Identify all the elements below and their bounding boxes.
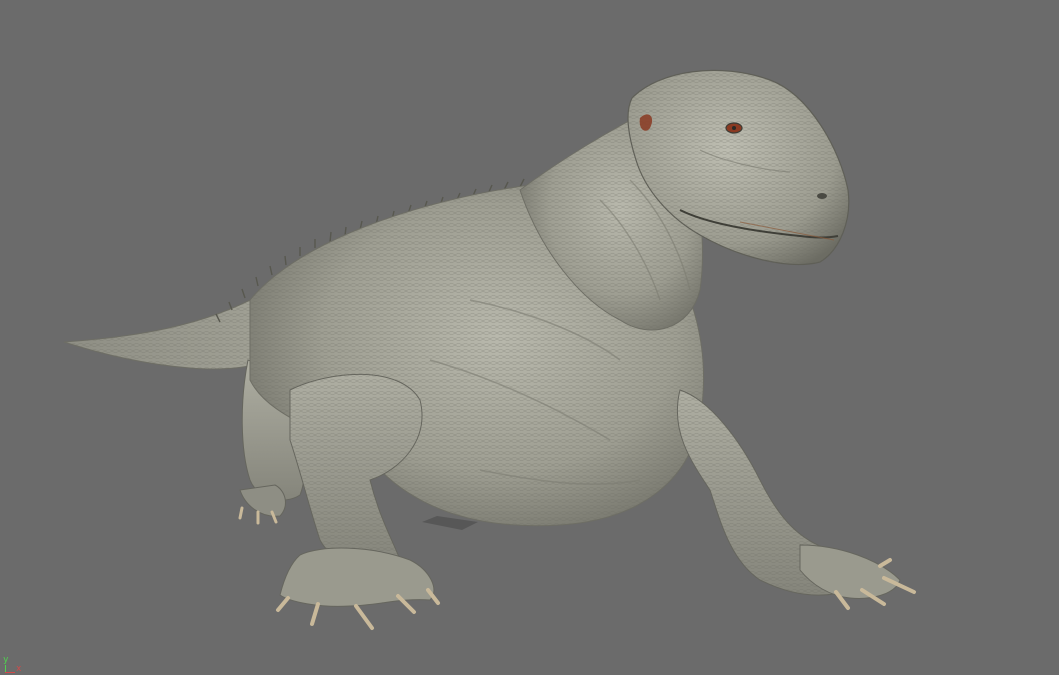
front-left-leg — [276, 373, 440, 630]
x-axis-line — [5, 672, 15, 673]
front-right-leg — [676, 389, 916, 610]
viewport-scene[interactable] — [0, 0, 1059, 675]
3d-viewport[interactable]: y x — [0, 0, 1059, 675]
nostril — [817, 193, 827, 199]
x-axis-label: x — [16, 664, 22, 674]
axis-gizmo: y x — [2, 656, 26, 674]
y-axis-label: y — [3, 655, 9, 665]
